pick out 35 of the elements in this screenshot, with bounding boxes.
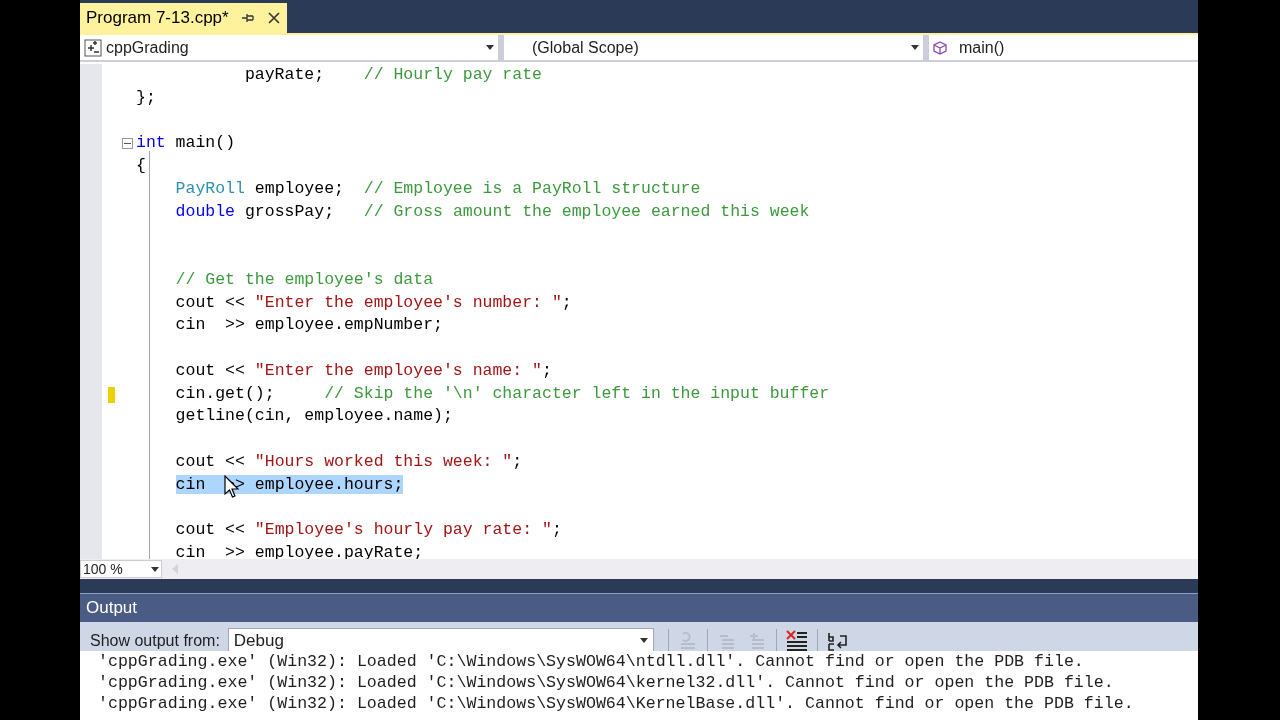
code-line: cin.get(); // Skip the '\n' character left in the input buffer (174, 383, 830, 403)
code-line: // Get the employee's data (174, 269, 434, 289)
caret-icon (911, 45, 919, 50)
project-icon (84, 38, 102, 57)
output-line: 'cppGrading.exe' (Win32): Loaded 'C:\Windows\SysWOW64\kernel32.dll'. Cannot find or open the PDB file. (98, 673, 1114, 692)
code-line: PayRoll employee; // Employee is a PayRoll structure (174, 178, 701, 198)
source-dropdown[interactable]: Debug (227, 627, 654, 654)
clear-all-icon[interactable] (784, 628, 809, 653)
code-line: cout << "Enter the employee's number: "; (174, 292, 572, 312)
panel-title: Output (86, 597, 138, 620)
code-line: { (136, 156, 146, 175)
code-line: cout << "Enter the employee's name: "; (174, 360, 552, 380)
source-label: Show output from: (90, 630, 220, 651)
member-dropdown[interactable]: main() (929, 35, 1198, 60)
close-icon[interactable] (266, 11, 281, 25)
scope-dropdown[interactable]: (Global Scope) (504, 35, 923, 60)
project-dropdown[interactable]: cppGrading (80, 35, 498, 60)
code-line: int main() (136, 133, 236, 153)
caret-icon (639, 638, 648, 643)
cube-icon (933, 40, 947, 55)
code-line: payRate; // Hourly pay rate (243, 65, 542, 84)
code-line: }; (136, 87, 156, 107)
caret-icon (151, 566, 159, 572)
code-line: cout << "Employee's hourly pay rate: "; (174, 520, 562, 539)
code-line: double grossPay; // Gross amount the employee earned this week (174, 201, 810, 221)
editor-tab[interactable]: Program 7-13.cpp* (80, 3, 287, 33)
code-line: getline(cin, employee.name); (174, 406, 453, 426)
code-line: cout << "Hours worked this week: "; (174, 451, 523, 471)
output-line: 'cppGrading.exe' (Win32): Loaded 'C:\Windows\SysWOW64\KernelBase.dll'. Cannot find or open the PDB file. (98, 694, 1134, 713)
code-line: cin >> employee.empNumber; (174, 315, 443, 335)
zoom-dropdown[interactable]: 100 % (80, 560, 162, 578)
collapse-icon[interactable] (122, 138, 133, 150)
caret-icon (486, 45, 494, 50)
pin-icon[interactable] (240, 12, 255, 24)
output-line: 'cppGrading.exe' (Win32): Loaded 'C:\Windows\SysWOW64\ntdll.dll'. Cannot find or open the PDB file. (98, 652, 1084, 671)
